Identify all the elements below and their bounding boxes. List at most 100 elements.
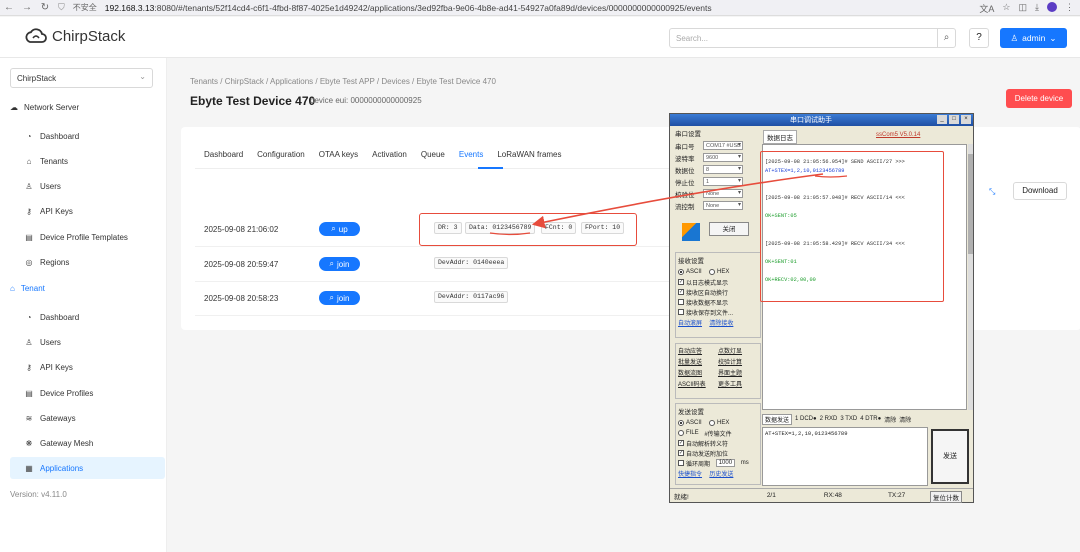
escape-checkbox[interactable]: ✓: [678, 440, 684, 446]
search-icon: ⌕: [329, 293, 335, 302]
tab-events[interactable]: Events: [459, 150, 483, 159]
cycle-input[interactable]: 1000: [715, 459, 736, 467]
address-bar[interactable]: 192.168.3.13:8080/#/tenants/52f14cd4-c6f…: [105, 3, 712, 13]
tab-otaa-keys[interactable]: OTAA keys: [319, 150, 358, 159]
sidebar-item-regions[interactable]: ◎ Regions: [25, 251, 165, 273]
recv-ascii-radio[interactable]: [678, 269, 684, 275]
search-input[interactable]: Search... ⌕: [669, 28, 956, 48]
forward-icon[interactable]: →: [18, 2, 36, 13]
download-icon[interactable]: ⤓: [1035, 2, 1039, 15]
back-icon[interactable]: ←: [0, 2, 18, 13]
close-port-button[interactable]: 关闭: [709, 222, 749, 236]
star-icon[interactable]: ☆: [1002, 2, 1010, 15]
tab-configuration[interactable]: Configuration: [257, 150, 305, 159]
tab-data-log[interactable]: 数据日志: [763, 130, 797, 144]
send-file-radio[interactable]: [678, 430, 684, 436]
expand-icon[interactable]: ⤡: [989, 187, 995, 197]
minimize-icon[interactable]: _: [937, 115, 947, 124]
status-rx: RX:48: [823, 492, 842, 499]
baud-select[interactable]: 9600: [703, 153, 743, 162]
auto-scroll-link[interactable]: 自动滚屏: [678, 318, 702, 327]
reload-icon[interactable]: ↻: [36, 2, 54, 13]
tenant-select[interactable]: ChirpStack ⌄: [10, 68, 153, 88]
version-link[interactable]: ssCom5 V5.0.14: [876, 132, 920, 138]
clear-all-button[interactable]: 清除: [899, 415, 911, 424]
flow-select[interactable]: None: [703, 201, 743, 210]
quick-cmd-link[interactable]: 快捷指令: [678, 469, 702, 478]
port-select[interactable]: COM17 #USB: [703, 141, 743, 150]
send-hex-radio[interactable]: [709, 420, 716, 426]
apps-icon: ▦: [25, 463, 33, 473]
insecure-badge[interactable]: 不安全: [69, 2, 101, 13]
parity-select[interactable]: None: [703, 189, 743, 198]
send-textarea[interactable]: AT+STEX=1,2,10,0123456789: [762, 427, 928, 486]
tool-auto-reply[interactable]: 自动应答: [678, 346, 718, 355]
search-icon[interactable]: ⌕: [937, 29, 955, 47]
event-type-badge[interactable]: ⌕ join: [319, 257, 360, 271]
sidebar-group-network-server[interactable]: ☁ Network Server: [10, 103, 79, 112]
recv-hex-radio[interactable]: [709, 269, 716, 275]
tab-lorawan-frames[interactable]: LoRaWAN frames: [497, 150, 561, 159]
sidebar-item-tenant-users[interactable]: ♙ Users: [25, 331, 165, 353]
tab-activation[interactable]: Activation: [372, 150, 407, 159]
chirpstack-logo[interactable]: ChirpStack: [24, 27, 125, 45]
event-type-badge[interactable]: ⌕ join: [319, 291, 360, 305]
auto-wrap-checkbox[interactable]: ✓: [678, 289, 684, 295]
sidebar-item-ns-users[interactable]: ♙ Users: [25, 175, 165, 197]
serial-titlebar[interactable]: 串口调试助手 _ □ ×: [670, 114, 973, 126]
sidebar-item-gateways[interactable]: ≋ Gateways: [25, 407, 165, 429]
tab-queue[interactable]: Queue: [421, 150, 445, 159]
tool-batch-send[interactable]: 批量发送: [678, 357, 718, 366]
menu-icon[interactable]: ⋮: [1065, 2, 1074, 15]
sidebar-item-applications[interactable]: ▦ Applications: [10, 457, 165, 479]
event-type-badge[interactable]: ⌕ up: [319, 222, 360, 236]
download-button[interactable]: Download: [1013, 182, 1067, 200]
pocket-icon[interactable]: ◫: [1019, 2, 1028, 15]
save-file-checkbox[interactable]: [678, 309, 684, 315]
tool-checksum[interactable]: 校验计算: [718, 357, 758, 366]
sidebar-item-device-profiles[interactable]: ▤ Device Profiles: [25, 382, 165, 404]
page-title: Ebyte Test Device 470: [190, 94, 316, 108]
translate-icon[interactable]: 文A: [979, 2, 994, 15]
user-menu-button[interactable]: ♙ admin ⌄: [1000, 28, 1067, 48]
tab-data-send[interactable]: 数据发送: [762, 413, 793, 425]
sidebar-group-tenant[interactable]: ⌂ Tenant: [10, 284, 45, 293]
sidebar-item-device-profile-templates[interactable]: ▤ Device Profile Templates: [25, 226, 165, 248]
hide-recv-checkbox[interactable]: [678, 299, 684, 305]
sidebar-item-tenant-dashboard[interactable]: ◔ Dashboard: [25, 306, 165, 328]
event-row[interactable]: 2025-09-08 20:59:47 ⌕ join DevAddr: 0140e…: [195, 248, 670, 282]
cycle-checkbox[interactable]: [678, 460, 684, 466]
tool-more[interactable]: 更多工具: [718, 379, 758, 388]
log-mode-checkbox[interactable]: ✓: [678, 279, 684, 285]
tool-lights[interactable]: 点数灯显: [718, 346, 758, 355]
breadcrumb[interactable]: Tenants / ChirpStack / Applications / Eb…: [190, 77, 496, 86]
tool-data-graph[interactable]: 数据流图: [678, 368, 718, 377]
help-button[interactable]: ?: [969, 28, 989, 48]
sidebar-item-ns-dashboard[interactable]: ◔ Dashboard: [25, 125, 165, 147]
close-icon[interactable]: ×: [961, 115, 971, 124]
sidebar-item-gateway-mesh[interactable]: ❋ Gateway Mesh: [25, 432, 165, 454]
history-link[interactable]: 历史发送: [709, 469, 733, 478]
databits-select[interactable]: 8: [703, 165, 743, 174]
tool-ascii-table[interactable]: ASCII码表: [678, 379, 718, 388]
dtr-indicator[interactable]: 4 DTR●: [860, 416, 881, 422]
log-scrollbar-thumb[interactable]: [968, 154, 973, 254]
tenant-select-value: ChirpStack: [17, 74, 57, 83]
sidebar-item-tenants[interactable]: ⌂ Tenants: [25, 150, 165, 172]
extension-icon[interactable]: [1047, 2, 1057, 12]
delete-device-button[interactable]: Delete device: [1006, 89, 1072, 108]
event-row[interactable]: 2025-09-08 20:58:23 ⌕ join DevAddr: 0117a…: [195, 282, 670, 316]
tool-theme[interactable]: 界面主题: [718, 368, 758, 377]
radio-label: ASCII: [686, 420, 702, 426]
stopbits-select[interactable]: 1: [703, 177, 743, 186]
clear-send-button[interactable]: 清除: [884, 415, 896, 424]
sidebar-item-tenant-api-keys[interactable]: ⚷ API Keys: [25, 356, 165, 378]
append-checkbox[interactable]: ✓: [678, 450, 684, 456]
clear-recv-link[interactable]: 清除接收: [709, 318, 733, 327]
send-button[interactable]: 发送: [931, 429, 969, 484]
tab-dashboard[interactable]: Dashboard: [204, 150, 243, 159]
send-ascii-radio[interactable]: [678, 420, 684, 426]
maximize-icon[interactable]: □: [949, 115, 959, 124]
reset-count-button[interactable]: 复位计数: [930, 491, 962, 503]
sidebar-item-ns-api-keys[interactable]: ⚷ API Keys: [25, 200, 165, 222]
